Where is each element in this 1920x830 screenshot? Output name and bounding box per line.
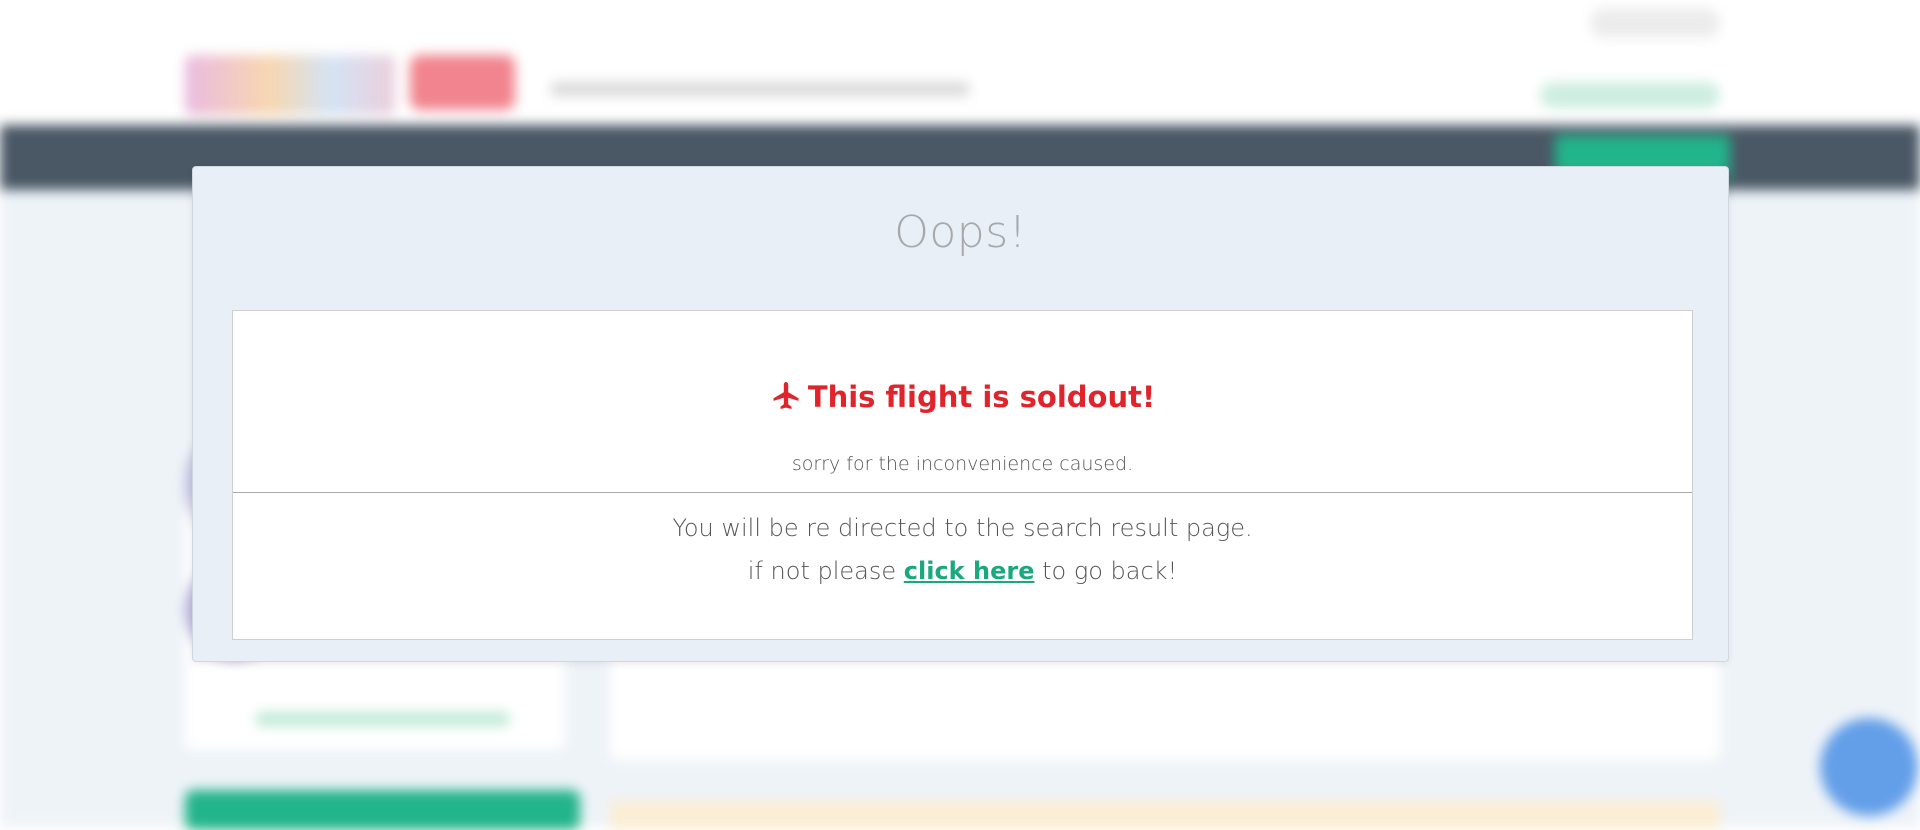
bg-chat-fab — [1820, 718, 1918, 816]
message-box: This flight is soldout! sorry for the in… — [232, 310, 1693, 640]
bg-green-button — [185, 790, 580, 830]
fallback-prefix: if not please — [747, 557, 897, 585]
click-here-link[interactable]: click here — [904, 557, 1035, 585]
bg-logo-badge — [410, 55, 515, 110]
bg-top-right-button — [1540, 82, 1720, 108]
modal-title: Oops! — [894, 207, 1027, 258]
bg-yellow-notice — [610, 800, 1720, 830]
message-top-section: This flight is soldout! sorry for the in… — [233, 311, 1692, 493]
bg-top-right-pill — [1590, 8, 1720, 38]
airplane-icon — [770, 380, 802, 412]
redirect-notice: You will be re directed to the search re… — [672, 514, 1253, 542]
bg-green-link — [255, 712, 510, 726]
apology-text: sorry for the inconvenience caused. — [791, 453, 1134, 475]
bg-logo — [185, 55, 395, 115]
fallback-line: if not please click here to go back! — [233, 557, 1692, 585]
soldout-headline: This flight is soldout! — [233, 380, 1692, 414]
headline-text: This flight is soldout! — [807, 380, 1156, 414]
bg-tagline — [550, 82, 970, 96]
fallback-suffix: to go back! — [1042, 557, 1178, 585]
soldout-modal: Oops! This flight is soldout! sorry for … — [192, 166, 1729, 662]
